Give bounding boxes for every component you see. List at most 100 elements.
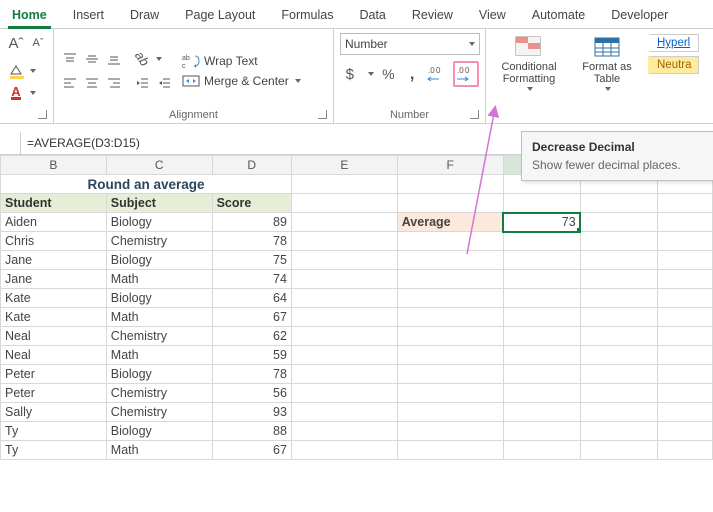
- tab-page-layout[interactable]: Page Layout: [181, 4, 259, 28]
- average-label-cell[interactable]: Average: [397, 213, 503, 232]
- cell[interactable]: [291, 194, 397, 213]
- cell[interactable]: [291, 327, 397, 346]
- score-cell[interactable]: 67: [212, 308, 291, 327]
- cell[interactable]: [397, 422, 503, 441]
- subject-cell[interactable]: Math: [106, 346, 212, 365]
- merge-dropdown-icon[interactable]: [295, 79, 301, 83]
- tab-view[interactable]: View: [475, 4, 510, 28]
- cell[interactable]: [580, 213, 657, 232]
- conditional-formatting-button[interactable]: Conditional Formatting: [492, 33, 566, 93]
- cell[interactable]: [503, 365, 580, 384]
- score-cell[interactable]: 75: [212, 251, 291, 270]
- score-cell[interactable]: 93: [212, 403, 291, 422]
- score-cell[interactable]: 62: [212, 327, 291, 346]
- merge-center-button[interactable]: Merge & Center: [182, 73, 301, 89]
- tab-draw[interactable]: Draw: [126, 4, 163, 28]
- cell[interactable]: [397, 346, 503, 365]
- font-color-icon[interactable]: A: [6, 83, 26, 103]
- accounting-dropdown-icon[interactable]: [368, 72, 374, 76]
- cell[interactable]: [291, 365, 397, 384]
- cell[interactable]: [291, 403, 397, 422]
- cell[interactable]: [580, 403, 657, 422]
- tab-insert[interactable]: Insert: [69, 4, 108, 28]
- cell[interactable]: [580, 422, 657, 441]
- average-value-cell[interactable]: 73: [503, 213, 580, 232]
- orientation-dropdown-icon[interactable]: [156, 57, 162, 61]
- score-cell[interactable]: 64: [212, 289, 291, 308]
- cell[interactable]: [580, 441, 657, 460]
- cell[interactable]: [397, 175, 503, 194]
- cell[interactable]: [503, 308, 580, 327]
- cell[interactable]: [580, 194, 657, 213]
- fill-color-icon[interactable]: [6, 61, 26, 81]
- cell[interactable]: [657, 441, 712, 460]
- student-cell[interactable]: Peter: [1, 384, 107, 403]
- score-cell[interactable]: 88: [212, 422, 291, 441]
- tab-automate[interactable]: Automate: [528, 4, 590, 28]
- cell[interactable]: [580, 270, 657, 289]
- table-header[interactable]: Subject: [106, 194, 212, 213]
- align-bottom-icon[interactable]: [104, 49, 124, 69]
- col-header-b[interactable]: B: [1, 156, 107, 175]
- cell[interactable]: [580, 232, 657, 251]
- cell[interactable]: [503, 403, 580, 422]
- cell[interactable]: [503, 232, 580, 251]
- cell[interactable]: [397, 251, 503, 270]
- subject-cell[interactable]: Chemistry: [106, 403, 212, 422]
- student-cell[interactable]: Peter: [1, 365, 107, 384]
- cell[interactable]: [657, 403, 712, 422]
- cell[interactable]: [580, 327, 657, 346]
- score-cell[interactable]: 67: [212, 441, 291, 460]
- cell[interactable]: [503, 384, 580, 403]
- table-row[interactable]: KateMath67: [1, 308, 713, 327]
- col-header-f[interactable]: F: [397, 156, 503, 175]
- subject-cell[interactable]: Math: [106, 441, 212, 460]
- subject-cell[interactable]: Chemistry: [106, 384, 212, 403]
- cell[interactable]: [503, 251, 580, 270]
- comma-format-icon[interactable]: ,: [403, 64, 421, 84]
- cell[interactable]: [580, 384, 657, 403]
- increase-decimal-icon[interactable]: .00: [427, 64, 447, 84]
- student-cell[interactable]: Ty: [1, 441, 107, 460]
- format-as-table-button[interactable]: Format as Table: [570, 33, 644, 93]
- tab-review[interactable]: Review: [408, 4, 457, 28]
- cell[interactable]: [657, 384, 712, 403]
- cell[interactable]: [657, 213, 712, 232]
- tab-developer[interactable]: Developer: [607, 4, 672, 28]
- cell[interactable]: [397, 194, 503, 213]
- student-cell[interactable]: Neal: [1, 346, 107, 365]
- decrease-font-icon[interactable]: Aˇ: [28, 33, 48, 53]
- cell[interactable]: [580, 251, 657, 270]
- col-header-d[interactable]: D: [212, 156, 291, 175]
- cell[interactable]: [503, 441, 580, 460]
- table-header[interactable]: Student: [1, 194, 107, 213]
- subject-cell[interactable]: Biology: [106, 289, 212, 308]
- cell[interactable]: [657, 365, 712, 384]
- cell[interactable]: [657, 422, 712, 441]
- cell[interactable]: [580, 308, 657, 327]
- subject-cell[interactable]: Biology: [106, 213, 212, 232]
- increase-font-icon[interactable]: Aˆ: [6, 33, 26, 53]
- student-cell[interactable]: Jane: [1, 270, 107, 289]
- cell[interactable]: [397, 403, 503, 422]
- decrease-indent-icon[interactable]: [132, 73, 152, 93]
- decrease-decimal-icon[interactable]: .00: [456, 64, 476, 84]
- table-row[interactable]: JaneBiology75: [1, 251, 713, 270]
- cell[interactable]: [503, 270, 580, 289]
- cell[interactable]: [503, 422, 580, 441]
- student-cell[interactable]: Chris: [1, 232, 107, 251]
- fill-color-dropdown-icon[interactable]: [30, 69, 36, 73]
- table-row[interactable]: SallyChemistry93: [1, 403, 713, 422]
- cell[interactable]: [580, 365, 657, 384]
- table-row[interactable]: JaneMath74: [1, 270, 713, 289]
- cell[interactable]: [503, 346, 580, 365]
- cell[interactable]: [397, 327, 503, 346]
- sheet-title[interactable]: Round an average: [1, 175, 292, 194]
- subject-cell[interactable]: Biology: [106, 251, 212, 270]
- tab-home[interactable]: Home: [8, 4, 51, 28]
- percent-format-icon[interactable]: %: [380, 64, 398, 84]
- table-row[interactable]: NealChemistry62: [1, 327, 713, 346]
- cell[interactable]: [397, 270, 503, 289]
- cell[interactable]: [657, 270, 712, 289]
- cell[interactable]: [291, 441, 397, 460]
